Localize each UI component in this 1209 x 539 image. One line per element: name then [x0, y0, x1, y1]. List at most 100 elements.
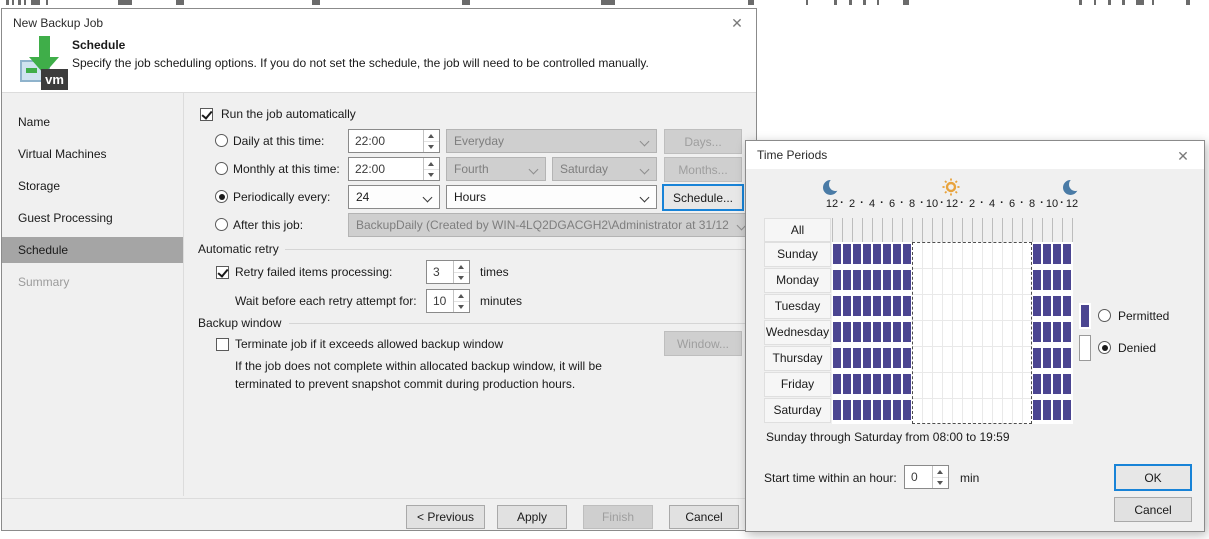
schedule-button[interactable]: Schedule... [662, 184, 744, 211]
grid-cell-permitted[interactable] [903, 270, 911, 290]
denied-radio[interactable] [1098, 341, 1111, 354]
denied-selection-region[interactable] [912, 242, 1032, 424]
apply-button[interactable]: Apply [497, 505, 567, 529]
grid-cell-permitted[interactable] [863, 374, 871, 394]
grid-cell-permitted[interactable] [883, 400, 891, 420]
grid-cell-permitted[interactable] [1043, 322, 1051, 342]
grid-cell-permitted[interactable] [843, 348, 851, 368]
grid-cell-permitted[interactable] [873, 348, 881, 368]
sidebar-item-storage[interactable]: Storage [2, 173, 183, 199]
grid-cell-permitted[interactable] [1053, 296, 1061, 316]
grid-cell-permitted[interactable] [903, 296, 911, 316]
grid-cell-permitted[interactable] [903, 244, 911, 264]
day-button-friday[interactable]: Friday [764, 372, 831, 397]
grid-cell-permitted[interactable] [1033, 322, 1041, 342]
cancel-button[interactable]: Cancel [669, 505, 739, 529]
run-automatically-checkbox[interactable] [200, 108, 213, 121]
tp-cancel-button[interactable]: Cancel [1114, 497, 1192, 522]
grid-cell-permitted[interactable] [1063, 322, 1071, 342]
grid-cell-permitted[interactable] [893, 244, 901, 264]
grid-cell-permitted[interactable] [833, 374, 841, 394]
sidebar-item-name[interactable]: Name [2, 109, 183, 135]
daily-time-spinner[interactable]: 22:00 [348, 129, 440, 153]
grid-cell-permitted[interactable] [893, 374, 901, 394]
grid-cell-permitted[interactable] [1063, 348, 1071, 368]
grid-cell-permitted[interactable] [1043, 244, 1051, 264]
grid-cell-permitted[interactable] [863, 322, 871, 342]
grid-cell-permitted[interactable] [863, 296, 871, 316]
grid-cell-permitted[interactable] [853, 244, 861, 264]
retry-times-spinner[interactable]: 3 [426, 260, 470, 284]
grid-cell-permitted[interactable] [1063, 270, 1071, 290]
sidebar-item-guest-processing[interactable]: Guest Processing [2, 205, 183, 231]
grid-cell-permitted[interactable] [893, 348, 901, 368]
grid-cell-permitted[interactable] [843, 244, 851, 264]
grid-cell-permitted[interactable] [1053, 322, 1061, 342]
grid-cell-permitted[interactable] [1053, 400, 1061, 420]
grid-cell-permitted[interactable] [1053, 348, 1061, 368]
previous-button[interactable]: < Previous [406, 505, 485, 529]
grid-cell-permitted[interactable] [1063, 244, 1071, 264]
grid-cell-permitted[interactable] [1063, 374, 1071, 394]
grid-cell-permitted[interactable] [903, 348, 911, 368]
grid-cell-permitted[interactable] [833, 296, 841, 316]
grid-cell-permitted[interactable] [1053, 374, 1061, 394]
grid-cell-permitted[interactable] [873, 244, 881, 264]
grid-cell-permitted[interactable] [863, 348, 871, 368]
grid-cell-permitted[interactable] [1033, 348, 1041, 368]
grid-cell-permitted[interactable] [833, 270, 841, 290]
grid-cell-permitted[interactable] [843, 322, 851, 342]
grid-cell-permitted[interactable] [883, 244, 891, 264]
grid-cell-permitted[interactable] [883, 374, 891, 394]
periodically-unit-dropdown[interactable]: Hours [446, 185, 657, 209]
grid-cell-permitted[interactable] [853, 374, 861, 394]
terminate-checkbox[interactable] [216, 338, 229, 351]
grid-cell-permitted[interactable] [1033, 400, 1041, 420]
grid-cell-permitted[interactable] [833, 244, 841, 264]
grid-cell-permitted[interactable] [1063, 400, 1071, 420]
grid-cell-permitted[interactable] [853, 400, 861, 420]
grid-cell-permitted[interactable] [893, 322, 901, 342]
grid-cell-permitted[interactable] [873, 296, 881, 316]
grid-cell-permitted[interactable] [903, 322, 911, 342]
all-hour-cells[interactable] [832, 218, 1073, 242]
close-icon[interactable]: ✕ [1174, 147, 1192, 165]
grid-cell-permitted[interactable] [893, 400, 901, 420]
grid-cell-permitted[interactable] [1043, 270, 1051, 290]
monthly-time-spinner[interactable]: 22:00 [348, 157, 440, 181]
grid-cell-permitted[interactable] [833, 400, 841, 420]
start-time-spinner[interactable]: 0 [904, 465, 949, 489]
grid-cell-permitted[interactable] [853, 348, 861, 368]
sidebar-item-schedule[interactable]: Schedule [2, 237, 183, 263]
ok-button[interactable]: OK [1114, 464, 1192, 491]
grid-cell-permitted[interactable] [893, 296, 901, 316]
grid-cell-permitted[interactable] [883, 348, 891, 368]
spinner-arrows-icon[interactable] [453, 290, 469, 312]
schedule-grid[interactable] [832, 242, 1073, 424]
all-row-button[interactable]: All [764, 218, 831, 242]
grid-cell-permitted[interactable] [1043, 374, 1051, 394]
grid-cell-permitted[interactable] [863, 244, 871, 264]
daily-radio[interactable] [215, 134, 228, 147]
spinner-arrows-icon[interactable] [423, 158, 439, 180]
grid-cell-permitted[interactable] [853, 296, 861, 316]
grid-cell-permitted[interactable] [1043, 400, 1051, 420]
grid-cell-permitted[interactable] [853, 322, 861, 342]
grid-cell-permitted[interactable] [863, 400, 871, 420]
grid-cell-permitted[interactable] [1053, 244, 1061, 264]
spinner-arrows-icon[interactable] [423, 130, 439, 152]
grid-cell-permitted[interactable] [893, 270, 901, 290]
spinner-arrows-icon[interactable] [453, 261, 469, 283]
periodically-value-dropdown[interactable]: 24 [348, 185, 440, 209]
grid-cell-permitted[interactable] [1043, 296, 1051, 316]
grid-cell-permitted[interactable] [873, 322, 881, 342]
grid-cell-permitted[interactable] [1033, 296, 1041, 316]
grid-cell-permitted[interactable] [843, 270, 851, 290]
grid-cell-permitted[interactable] [873, 374, 881, 394]
grid-cell-permitted[interactable] [1053, 270, 1061, 290]
permitted-radio[interactable] [1098, 309, 1111, 322]
day-button-saturday[interactable]: Saturday [764, 398, 831, 423]
grid-cell-permitted[interactable] [833, 322, 841, 342]
day-button-monday[interactable]: Monday [764, 268, 831, 293]
day-button-wednesday[interactable]: Wednesday [764, 320, 831, 345]
